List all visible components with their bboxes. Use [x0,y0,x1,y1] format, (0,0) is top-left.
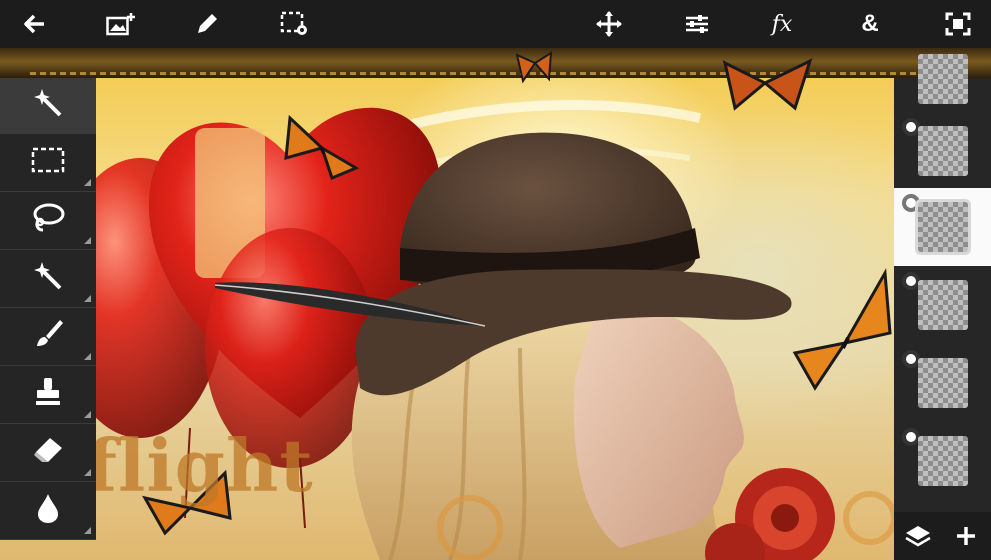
layers-panel [894,54,991,560]
tool-auto-select[interactable] [0,78,96,134]
eraser-icon [32,436,64,469]
blend-icon[interactable]: & [845,0,895,48]
tool-options-indicator [84,295,91,302]
layer-5[interactable] [894,422,991,500]
selection-settings-icon[interactable] [270,0,320,48]
tool-options-indicator [84,469,91,476]
tool-blur[interactable] [0,482,96,540]
lasso-icon [31,202,65,239]
blend-label: & [861,10,879,37]
move-icon[interactable] [584,0,634,48]
tool-options-indicator [84,527,91,534]
auto-select-wand-icon [32,87,64,124]
tool-magic-wand[interactable] [0,250,96,308]
layer-2[interactable] [894,188,991,266]
back-arrow-icon[interactable] [10,0,60,48]
butterfly-2 [515,51,553,84]
clone-stamp-icon [32,376,64,413]
tool-lasso[interactable] [0,192,96,250]
add-image-icon[interactable] [96,0,146,48]
effects-icon[interactable]: fx [757,0,807,48]
brush-icon [32,318,64,355]
adjustments-icon[interactable] [672,0,722,48]
magic-wand-icon [32,260,64,297]
tool-brush[interactable] [0,308,96,366]
top-toolbar: fx & [0,0,991,48]
layer-thumbnail [918,54,968,104]
tool-options-indicator [84,411,91,418]
effects-label: fx [771,11,793,37]
layer-thumbnail [918,436,968,486]
tool-options-indicator [84,237,91,244]
tool-clone-stamp[interactable] [0,366,96,424]
butterfly-4 [792,268,892,391]
butterfly-3 [722,58,813,111]
face [573,298,744,548]
layer-1[interactable] [894,112,991,190]
flight-text: flight [86,423,314,508]
pencil-icon[interactable] [182,0,232,48]
layer-4[interactable] [894,344,991,422]
layer-thumbnail [918,202,968,252]
tool-options-indicator [84,179,91,186]
photo-canvas[interactable]: flight [0,48,991,560]
layers-icon[interactable] [894,512,942,560]
tool-rect-select[interactable] [0,134,96,192]
tools-panel [0,78,96,540]
layer-3[interactable] [894,266,991,344]
layer-0[interactable] [894,40,991,118]
tool-options-indicator [84,353,91,360]
add-layer-icon[interactable] [942,512,990,560]
layer-thumbnail [918,358,968,408]
layer-thumbnail [918,280,968,330]
layers-footer [894,512,991,560]
rect-select-icon [31,147,65,178]
tool-eraser[interactable] [0,424,96,482]
blur-drop-icon [35,492,61,529]
layer-thumbnail [918,126,968,176]
